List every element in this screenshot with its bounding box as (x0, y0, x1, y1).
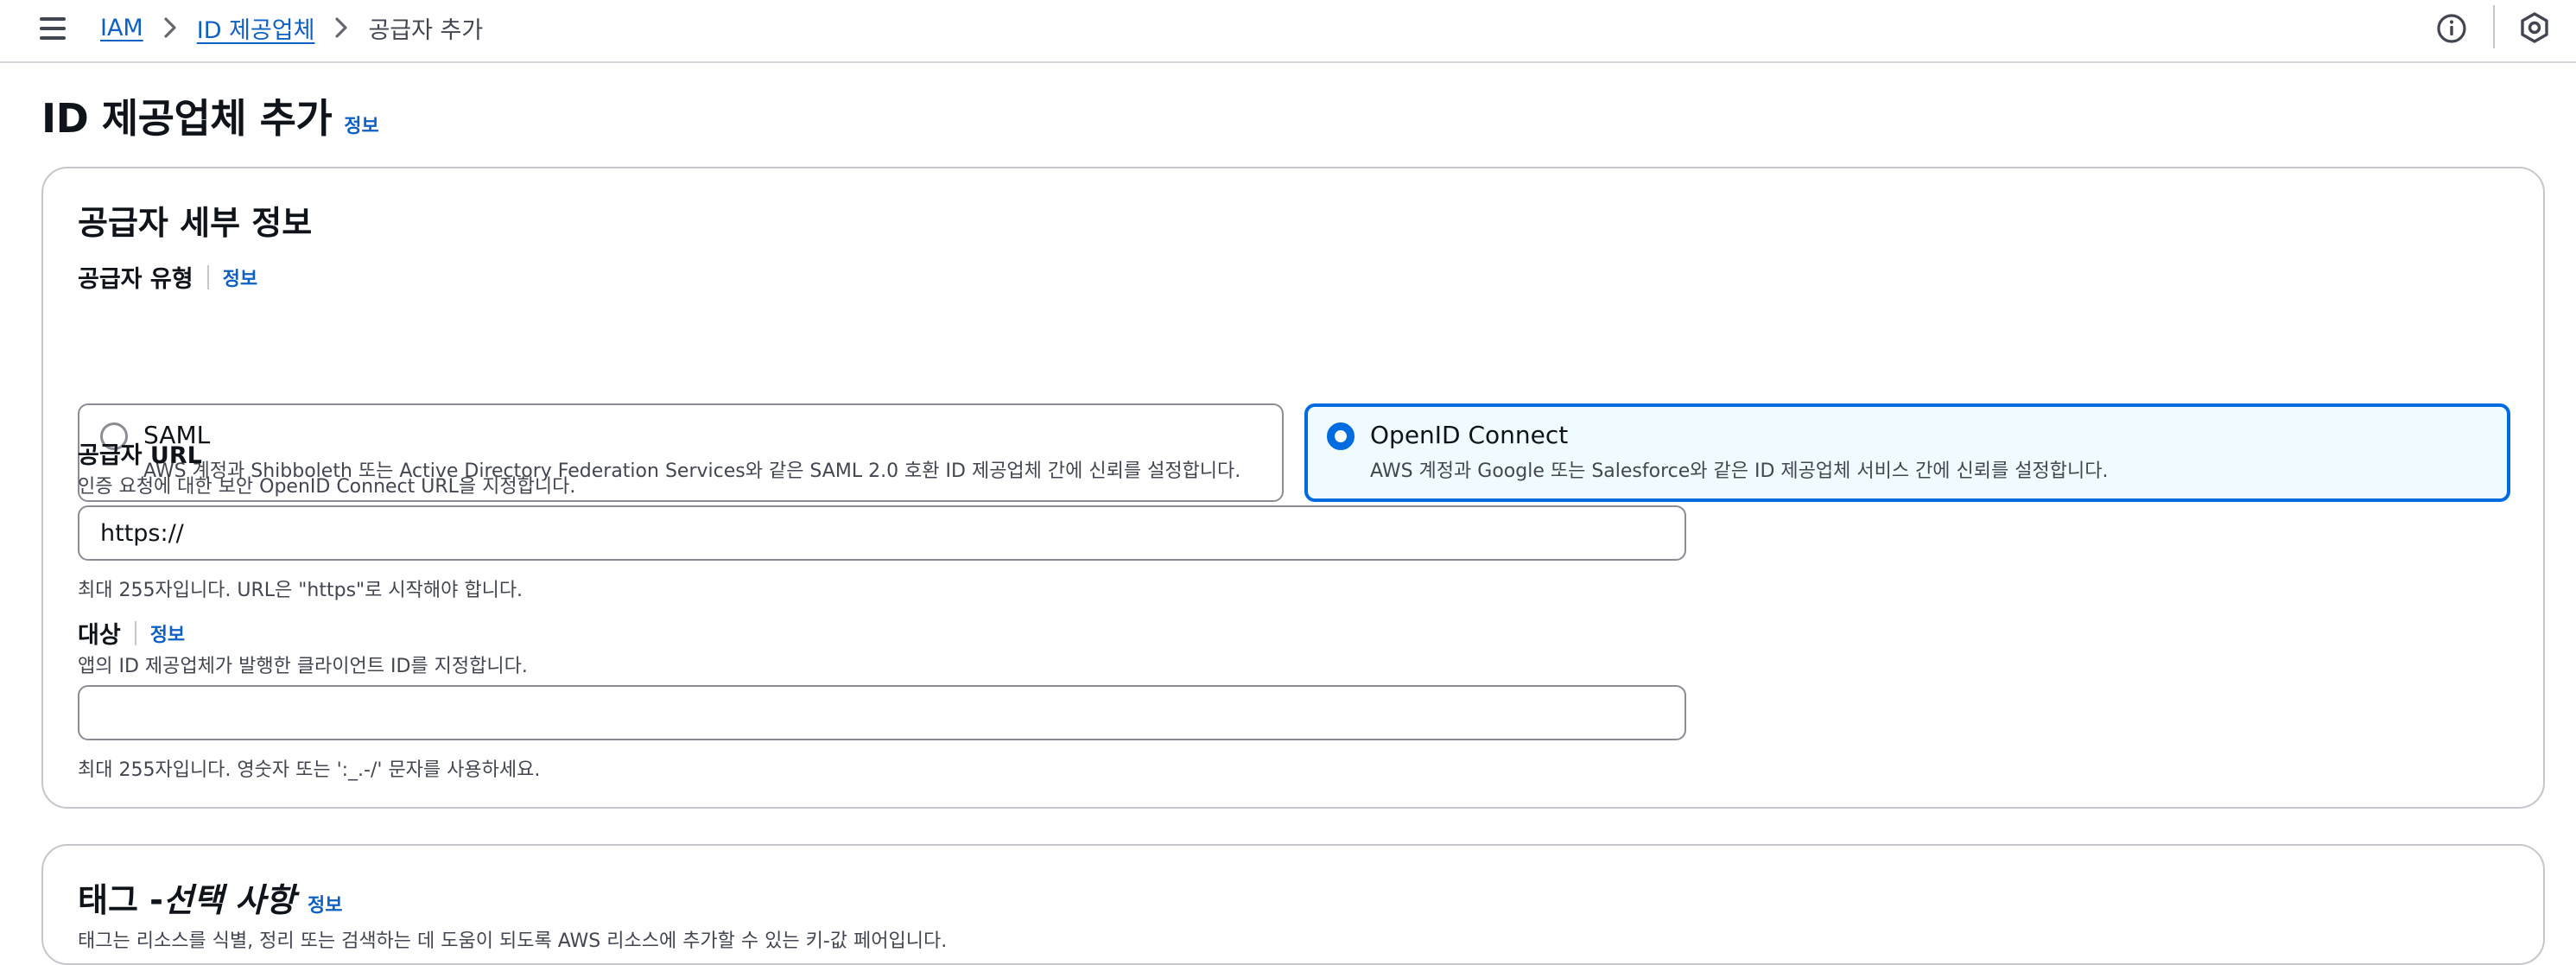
openid-connect-tile-title: OpenID Connect (1370, 421, 1569, 449)
provider-details-container: 공급자 세부 정보 공급자 유형 정보 SAML AWS 계정과 Shibbol… (41, 167, 2545, 809)
openid-connect-tile-description: AWS 계정과 Google 또는 Salesforce와 같은 ID 제공업체… (1370, 460, 2109, 482)
page-info-link[interactable]: 정보 (344, 111, 378, 138)
audience-label: 대상 (78, 622, 121, 649)
provider-type-openid-connect-tile[interactable]: OpenID Connect AWS 계정과 Google 또는 Salesfo… (1304, 403, 2510, 502)
tags-heading-prefix: 태그 - (78, 881, 163, 919)
page-content: ID 제공업체 추가 정보 공급자 세부 정보 공급자 유형 정보 SAML A… (0, 63, 2576, 965)
provider-type-info-link[interactable]: 정보 (223, 263, 257, 291)
provider-url-constraint: 최대 255자입니다. URL은 "https"로 시작해야 합니다. (78, 580, 523, 601)
audience-description: 앱의 ID 제공업체가 발행한 클라이언트 ID를 지정합니다. (78, 656, 528, 677)
provider-url-label-wrapper: 공급자 URL (78, 436, 202, 470)
tags-heading: 태그 - 선택 사항 정보 (78, 873, 342, 921)
openid-connect-radio-button[interactable] (1327, 422, 1355, 450)
breadcrumb-link-identity-providers[interactable]: ID 제공업체 (197, 11, 315, 45)
provider-type-label-row: 공급자 유형 정보 (78, 260, 257, 294)
audience-label-row: 대상 정보 (78, 616, 185, 650)
breadcrumb: IAM ID 제공업체 공급자 추가 (100, 9, 483, 47)
tags-container: 태그 - 선택 사항 정보 태그는 리소스를 식별, 정리 또는 검색하는 데 … (41, 844, 2545, 965)
info-circle-icon[interactable] (2436, 13, 2467, 44)
breadcrumb-link-iam[interactable]: IAM (100, 15, 143, 41)
tags-info-link[interactable]: 정보 (308, 890, 342, 917)
provider-url-label: 공급자 URL (78, 442, 202, 469)
label-divider (206, 264, 209, 289)
provider-url-input[interactable] (78, 505, 1686, 561)
page-title: ID 제공업체 추가 (41, 95, 333, 142)
hexagon-settings-icon[interactable] (2518, 11, 2551, 44)
chevron-right-icon (162, 16, 178, 39)
provider-details-heading: 공급자 세부 정보 (78, 204, 313, 242)
top-navigation-bar: IAM ID 제공업체 공급자 추가 (0, 0, 2576, 63)
provider-type-label: 공급자 유형 (78, 266, 194, 293)
hamburger-menu-icon[interactable] (40, 16, 66, 41)
chevron-right-icon (333, 16, 349, 39)
page-title-row: ID 제공업체 추가 정보 (41, 87, 379, 144)
label-divider (134, 620, 136, 645)
tags-heading-optional: 선택 사항 (162, 881, 295, 919)
audience-info-link[interactable]: 정보 (150, 619, 185, 647)
toolbar-divider (2493, 5, 2495, 48)
audience-input[interactable] (78, 685, 1686, 740)
audience-constraint: 최대 255자입니다. 영숫자 또는 ':_.-/' 문자를 사용하세요. (78, 759, 541, 781)
provider-url-description: 인증 요청에 대한 보안 OpenID Connect URL을 지정합니다. (78, 476, 576, 498)
breadcrumb-current: 공급자 추가 (368, 16, 484, 44)
